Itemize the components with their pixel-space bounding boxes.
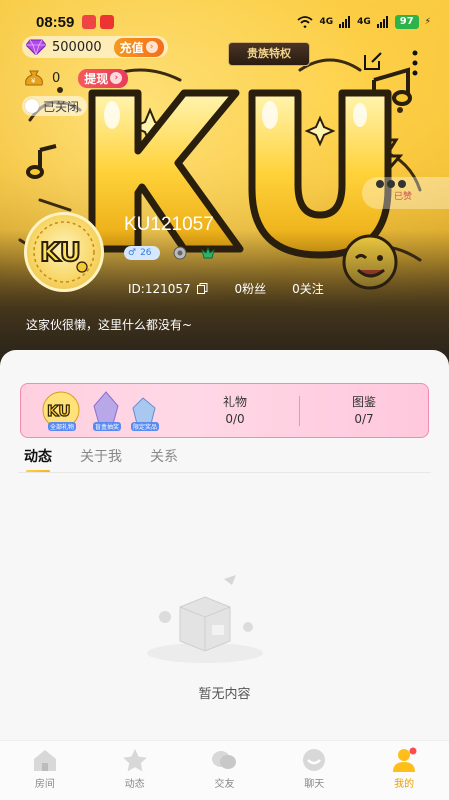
visitor-avatar [398, 180, 406, 188]
gifts-stat[interactable]: 礼物 0/0 [171, 394, 299, 428]
gifts-label: 礼物 [222, 394, 247, 409]
star-icon [122, 749, 147, 772]
charm-level-icon [200, 246, 215, 259]
empty-state-text: 暂无内容 [198, 687, 251, 702]
svg-text:¥: ¥ [31, 77, 36, 85]
collection-stat[interactable]: 图鉴 0/7 [300, 394, 428, 428]
house-icon [33, 750, 56, 771]
bottom-nav: 房间 动态 交友 聊天 我的 [0, 740, 449, 800]
person-icon [393, 747, 417, 772]
app-notification-icon [100, 15, 115, 29]
gifts-value: 0/0 [225, 411, 245, 426]
diamond-balance: 500000 充值 › [22, 36, 168, 58]
nav-chat[interactable]: 聊天 [269, 741, 359, 800]
thumb-caption-3: 限定奖品 [131, 422, 160, 431]
user-badges: ♂ 26 [124, 246, 216, 260]
more-options-icon[interactable] [412, 50, 418, 76]
svg-text:KU: KU [40, 238, 81, 268]
message-icon [303, 749, 326, 771]
gift-thumbnails: KU 全部礼物 盲盒抽奖 限定奖品 [21, 384, 171, 437]
money-bag-icon: ¥ [25, 70, 43, 86]
signal-bars-icon [339, 16, 351, 28]
nav-chat-label: 聊天 [304, 779, 325, 790]
collection-value: 0/7 [354, 411, 374, 426]
nav-me-label: 我的 [394, 779, 415, 790]
coin-amount: 0 [52, 70, 61, 86]
weibo-notification-icon [82, 15, 97, 29]
svg-text:KU: KU [47, 402, 71, 420]
signal-label-2: 4G [357, 17, 371, 27]
tab-moments[interactable]: 动态 [24, 446, 52, 473]
diamond-icon [26, 39, 46, 55]
withdraw-label: 提现 [84, 71, 109, 86]
signal-label-1: 4G [319, 17, 334, 27]
tab-about-me[interactable]: 关于我 [80, 446, 122, 466]
noble-privilege-badge[interactable]: 贵族特权 [228, 42, 310, 66]
profile-banner: 08:59 4G 4G 97 ⚡ 500000 充值 › 贵族特权 ¥ 0 提现… [0, 0, 449, 372]
chevron-right-icon: › [145, 41, 158, 53]
gender-level-value: 26 [140, 248, 152, 258]
male-gender-icon: ♂ [128, 248, 137, 258]
visitor-avatar [376, 180, 384, 188]
collection-label: 图鉴 [351, 394, 376, 409]
profile-content: KU 全部礼物 盲盒抽奖 限定奖品 礼物 0/0 图鉴 0/7 动态 关于我 关… [0, 350, 449, 740]
thumb-caption-2: 盲盒抽奖 [93, 422, 122, 431]
toggle-label: 已关闭 [43, 99, 80, 114]
signal-bars-icon-2 [376, 16, 388, 28]
wifi-icon [297, 16, 314, 28]
diamond-amount: 500000 [52, 39, 102, 55]
profile-stats: ID:121057 0粉丝 0关注 [128, 280, 324, 297]
profile-tabs: 动态 关于我 关系 [24, 446, 178, 473]
tab-divider [18, 472, 431, 473]
nav-moments[interactable]: 动态 [90, 741, 180, 800]
nav-rooms[interactable]: 房间 [0, 741, 90, 800]
wealth-level-icon [173, 246, 187, 260]
nav-moments-label: 动态 [124, 779, 145, 790]
tab-relations[interactable]: 关系 [150, 446, 178, 466]
charging-icon: ⚡ [424, 17, 431, 27]
user-id-label: ID:121057 [128, 281, 191, 296]
recharge-label: 充值 [119, 40, 144, 55]
gift-wall-card[interactable]: KU 全部礼物 盲盒抽奖 限定奖品 礼物 0/0 图鉴 0/7 [20, 383, 429, 438]
status-bar: 08:59 4G 4G 97 ⚡ [0, 10, 449, 34]
edit-profile-icon[interactable] [362, 50, 384, 72]
battery-indicator: 97 [394, 15, 419, 29]
user-id[interactable]: ID:121057 [128, 282, 208, 296]
avatar-ku-logo: KU [33, 221, 95, 283]
avatar[interactable]: KU [24, 212, 104, 292]
chevron-right-icon: › [110, 72, 123, 84]
visitor-avatar [387, 180, 395, 188]
coin-balance: ¥ 0 提现 › [24, 68, 129, 88]
bio-text: 这家伙很懒，这里什么都没有~ [26, 318, 193, 332]
nav-rooms-label: 房间 [34, 779, 55, 790]
following-count[interactable]: 0关注 [292, 280, 324, 297]
fans-count[interactable]: 0粉丝 [234, 280, 266, 297]
toggle-knob [25, 99, 39, 113]
gender-level-badge: ♂ 26 [124, 246, 160, 260]
recharge-button[interactable]: 充值 › [113, 37, 164, 57]
empty-box-illustration [147, 575, 263, 663]
thumb-caption-1: 全部礼物 [48, 422, 77, 431]
copy-icon[interactable] [197, 282, 208, 294]
status-time: 08:59 [36, 13, 75, 31]
status-right: 4G 4G 97 ⚡ [297, 15, 431, 29]
nav-friends[interactable]: 交友 [180, 741, 270, 800]
username: KU121057 [124, 214, 214, 235]
nav-me[interactable]: 我的 [359, 741, 449, 800]
withdraw-button[interactable]: 提现 › [78, 68, 129, 88]
visitor-avatars [376, 180, 449, 188]
nav-friends-label: 交友 [214, 779, 235, 790]
side-like-badge[interactable]: 已赞 [362, 177, 449, 209]
chat-bubbles-icon [212, 751, 237, 769]
status-toggle[interactable]: 已关闭 [22, 96, 88, 116]
side-badge-label: 已赞 [394, 192, 413, 202]
